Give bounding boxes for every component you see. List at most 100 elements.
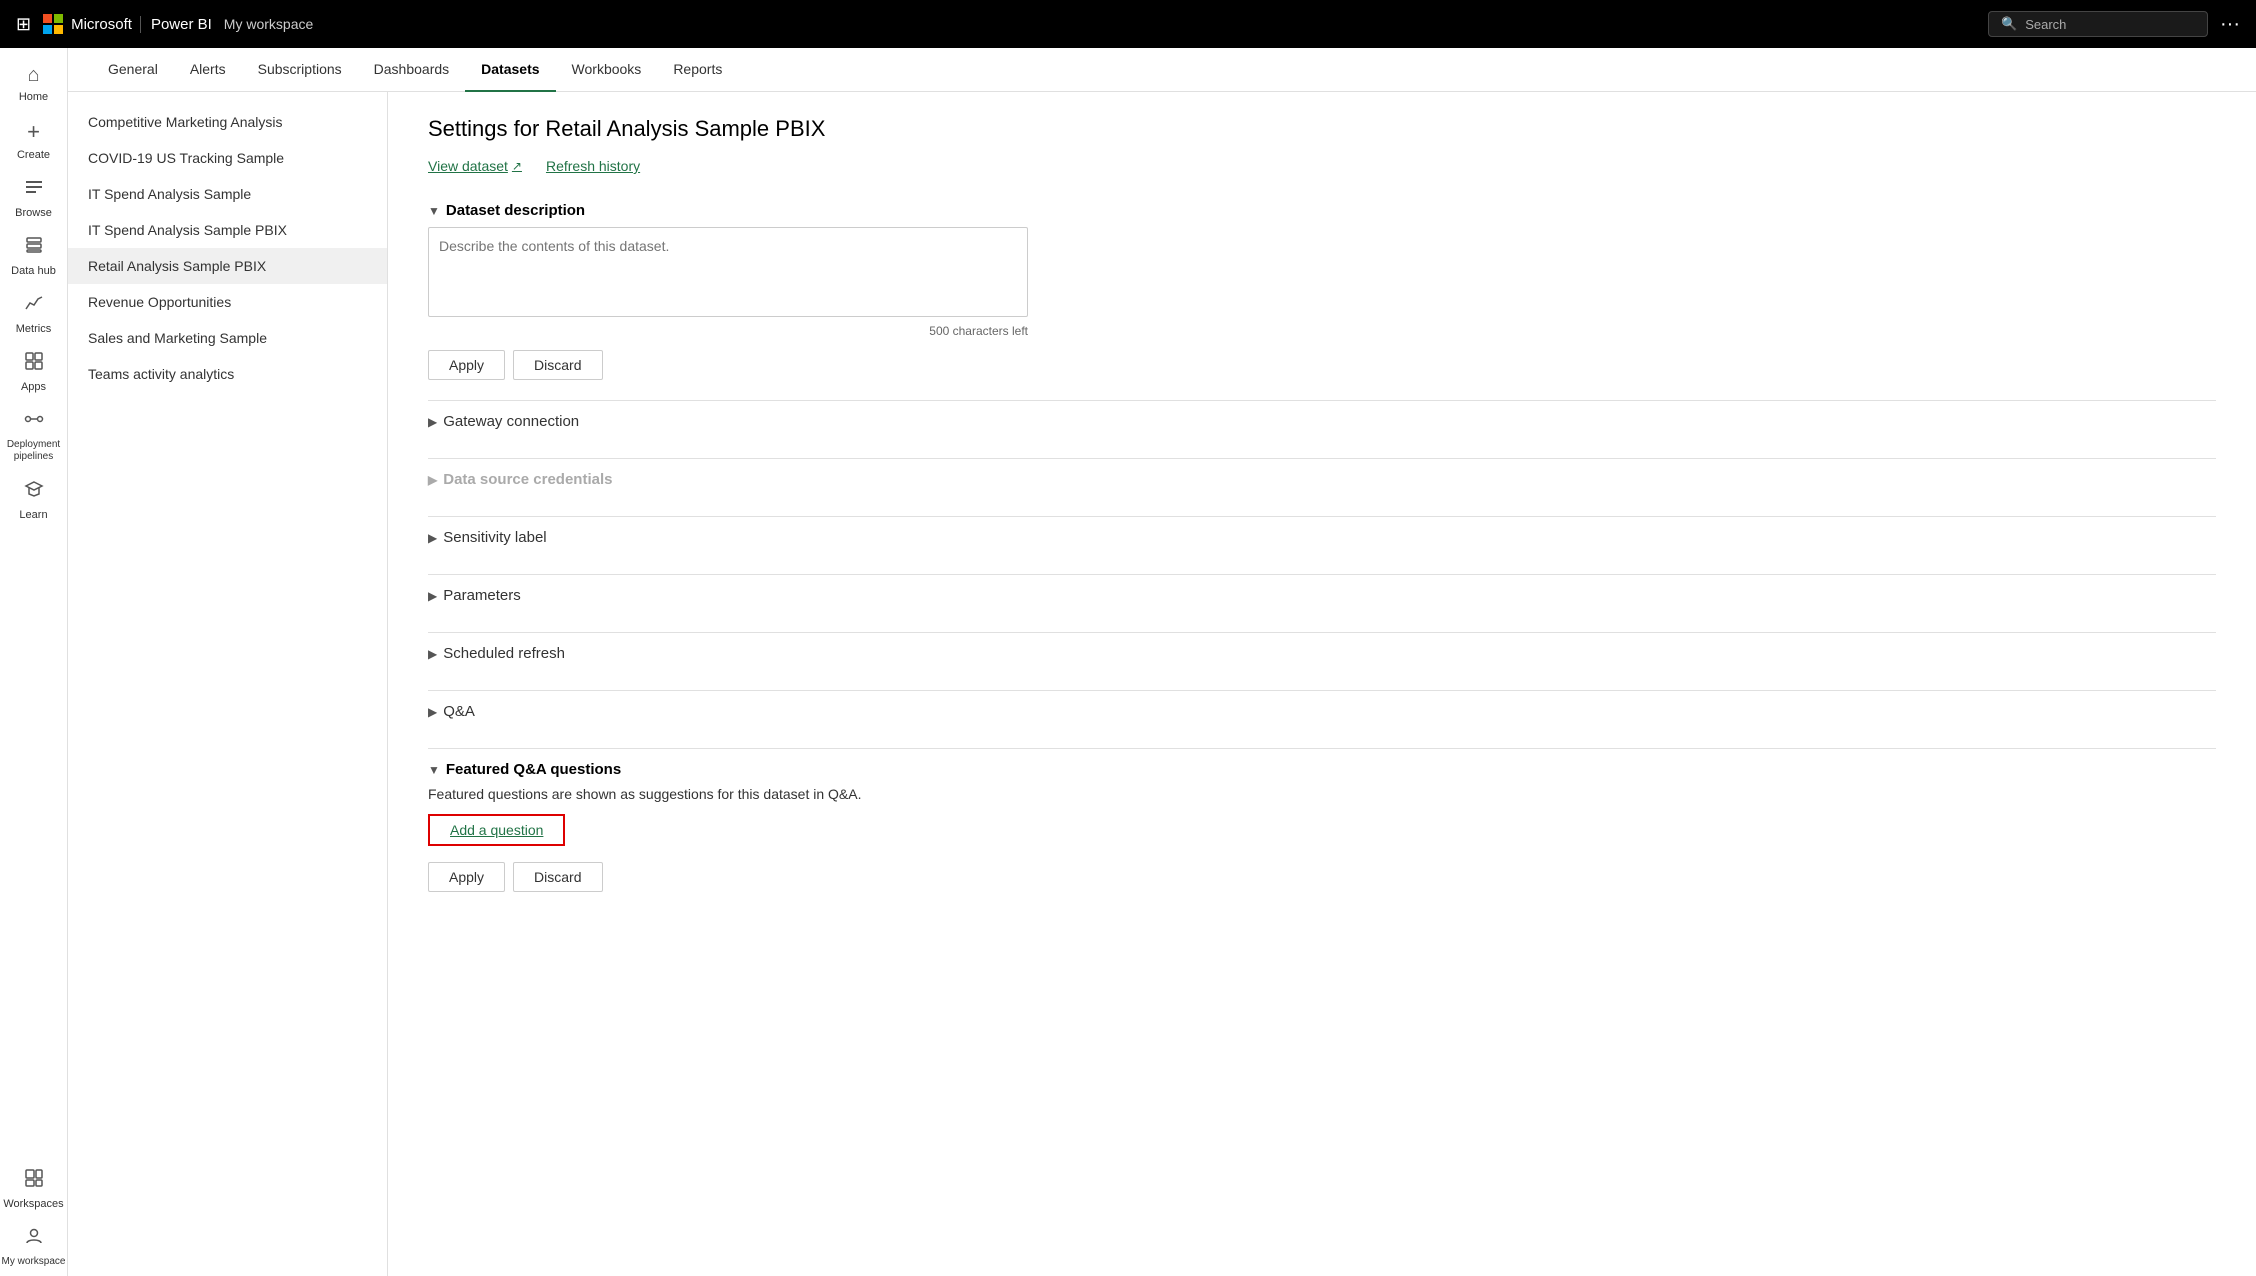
search-icon: 🔍 [2001,16,2017,32]
featured-qa-button-row: Apply Discard [428,862,2216,892]
section-title-qa: Q&A [443,703,475,720]
deployment-icon [24,409,44,435]
dataset-item-revenue[interactable]: Revenue Opportunities [68,284,387,320]
create-icon: + [27,119,40,145]
expand-datasource-icon: ▶ [428,473,437,487]
topbar: ⊞ Microsoft Power BI My workspace 🔍 Sear… [0,0,2256,48]
sidebar-item-metrics[interactable]: Metrics [0,285,68,343]
dataset-item-itspend[interactable]: IT Spend Analysis Sample [68,176,387,212]
section-header-scheduled-refresh[interactable]: ▶ Scheduled refresh [428,637,2216,670]
section-header-qa[interactable]: ▶ Q&A [428,695,2216,728]
dataset-item-retail[interactable]: Retail Analysis Sample PBIX [68,248,387,284]
section-header-datasource: ▶ Data source credentials [428,463,2216,496]
refresh-history-label: Refresh history [546,158,640,174]
section-gateway: ▶ Gateway connection [428,400,2216,438]
section-sensitivity: ▶ Sensitivity label [428,516,2216,554]
description-apply-button[interactable]: Apply [428,350,505,380]
section-body-featured-qa: Featured questions are shown as suggesti… [428,786,2216,892]
featured-qa-apply-button[interactable]: Apply [428,862,505,892]
collapse-featured-qa-icon: ▼ [428,763,440,777]
char-count: 500 characters left [428,324,1028,338]
main-content: Settings for Retail Analysis Sample PBIX… [388,92,2256,1276]
metrics-icon [24,293,44,319]
sidebar-item-browse[interactable]: Browse [0,169,68,227]
sidebar-item-datahub[interactable]: Data hub [0,227,68,285]
section-header-parameters[interactable]: ▶ Parameters [428,579,2216,612]
description-discard-button[interactable]: Discard [513,350,602,380]
tab-general[interactable]: General [92,48,174,92]
page-title: Settings for Retail Analysis Sample PBIX [428,116,2216,142]
myworkspace-icon [24,1226,44,1252]
expand-gateway-icon: ▶ [428,415,437,429]
search-placeholder: Search [2025,17,2066,32]
sidebar-item-learn[interactable]: Learn [0,471,68,529]
dataset-item-sales[interactable]: Sales and Marketing Sample [68,320,387,356]
sidebar-item-apps[interactable]: Apps [0,343,68,401]
sidebar: ⌂ Home + Create Browse Data hub [0,48,68,1276]
section-featured-qa: ▼ Featured Q&A questions Featured questi… [428,748,2216,892]
view-dataset-label: View dataset [428,158,508,174]
section-title-sensitivity: Sensitivity label [443,529,546,546]
add-question-link[interactable]: Add a question [450,822,543,838]
featured-qa-description: Featured questions are shown as suggesti… [428,786,2216,802]
sidebar-item-learn-label: Learn [19,509,47,521]
dataset-item-teams[interactable]: Teams activity analytics [68,356,387,392]
tab-subscriptions[interactable]: Subscriptions [242,48,358,92]
dataset-item-itspendpbix[interactable]: IT Spend Analysis Sample PBIX [68,212,387,248]
expand-parameters-icon: ▶ [428,589,437,603]
section-dataset-description: ▼ Dataset description 500 characters lef… [428,194,2216,380]
apps-icon [24,351,44,377]
sidebar-item-home-label: Home [19,91,48,103]
product-label: Power BI [140,16,212,33]
tab-datasets[interactable]: Datasets [465,48,555,92]
view-dataset-link[interactable]: View dataset ↗ [428,158,522,174]
description-button-row: Apply Discard [428,350,2216,380]
more-options-button[interactable]: ··· [2220,13,2240,36]
tab-reports[interactable]: Reports [657,48,738,92]
sidebar-item-myworkspace[interactable]: My workspace [0,1218,68,1276]
featured-qa-discard-button[interactable]: Discard [513,862,602,892]
microsoft-logo [43,14,63,34]
refresh-history-link[interactable]: Refresh history [546,158,640,174]
tab-bar: General Alerts Subscriptions Dashboards … [68,48,2256,92]
section-title-scheduled-refresh: Scheduled refresh [443,645,565,662]
description-textarea[interactable] [428,227,1028,317]
section-qa: ▶ Q&A [428,690,2216,728]
section-title-gateway: Gateway connection [443,413,579,430]
external-link-icon: ↗ [512,159,522,173]
section-header-dataset-description[interactable]: ▼ Dataset description [428,194,2216,227]
tab-dashboards[interactable]: Dashboards [358,48,466,92]
sidebar-item-metrics-label: Metrics [16,323,51,335]
tab-alerts[interactable]: Alerts [174,48,242,92]
sidebar-item-create[interactable]: + Create [0,111,68,169]
sidebar-item-datahub-label: Data hub [11,265,56,277]
sidebar-item-workspaces[interactable]: Workspaces [0,1160,68,1218]
expand-qa-icon: ▶ [428,705,437,719]
section-parameters: ▶ Parameters [428,574,2216,612]
add-question-container: Add a question [428,814,565,846]
sidebar-item-deployment[interactable]: Deployment pipelines [0,401,68,471]
search-box[interactable]: 🔍 Search [1988,11,2208,37]
section-title-parameters: Parameters [443,587,521,604]
link-row: View dataset ↗ Refresh history [428,158,2216,174]
collapse-icon: ▼ [428,204,440,218]
dataset-list: Competitive Marketing Analysis COVID-19 … [68,92,388,1276]
section-header-gateway[interactable]: ▶ Gateway connection [428,405,2216,438]
grid-icon[interactable]: ⊞ [16,14,31,35]
section-title-featured-qa: Featured Q&A questions [446,761,621,778]
dataset-item-competitive[interactable]: Competitive Marketing Analysis [68,104,387,140]
section-header-featured-qa[interactable]: ▼ Featured Q&A questions [428,753,2216,786]
sidebar-item-create-label: Create [17,149,50,161]
sidebar-item-deployment-label: Deployment pipelines [0,439,68,463]
sidebar-item-home[interactable]: ⌂ Home [0,56,68,111]
home-icon: ⌂ [27,64,39,87]
section-header-sensitivity[interactable]: ▶ Sensitivity label [428,521,2216,554]
sidebar-item-workspaces-label: Workspaces [3,1198,63,1210]
learn-icon [24,479,44,505]
dataset-item-covid[interactable]: COVID-19 US Tracking Sample [68,140,387,176]
section-title-dataset-description: Dataset description [446,202,585,219]
section-scheduled-refresh: ▶ Scheduled refresh [428,632,2216,670]
tab-workbooks[interactable]: Workbooks [556,48,658,92]
add-question-box[interactable]: Add a question [428,814,565,846]
workspace-label: My workspace [224,16,313,32]
